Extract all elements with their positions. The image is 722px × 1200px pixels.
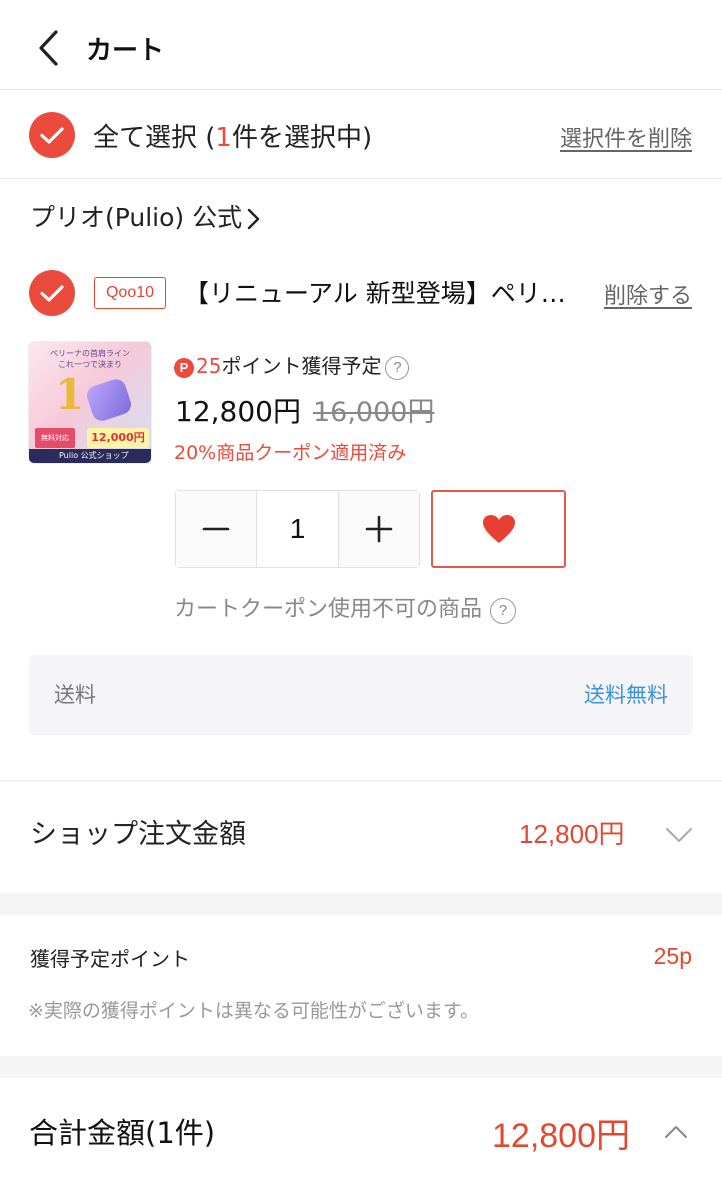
qoo10-badge: Qoo10 (94, 277, 166, 309)
cart-coupon-note-text: カートクーポン使用不可の商品 (174, 597, 483, 622)
checkmark-icon (40, 127, 64, 144)
select-all-prefix: 全て選択 ( (93, 123, 216, 153)
shop-total-label: ショップ注文金額 (30, 819, 246, 850)
cart-item-header: Qoo10 【リニューアル 新型登場】ペリーナ V-ライン 公式 リフトアップ … (0, 250, 722, 336)
shipping-value: 送料無料 (584, 683, 668, 707)
chevron-up-icon[interactable] (664, 1124, 688, 1140)
heart-icon (482, 515, 515, 543)
thumbnail-caption-2: これ一つで決まり (58, 360, 122, 369)
select-all-row: 全て選択 (1件を選択中) 選択件を削除 (0, 91, 722, 179)
page-title: カート (86, 36, 165, 66)
help-icon[interactable]: ? (490, 598, 517, 624)
shop-total-value: 12,800円 (519, 819, 625, 849)
chevron-left-icon (39, 30, 58, 66)
decrease-button[interactable] (176, 491, 256, 567)
item-points-line: P 25ポイント獲得予定? (174, 350, 410, 380)
select-all-suffix: 件を選択中) (231, 123, 373, 153)
shop-name: プリオ(Pulio) 公式 (30, 203, 243, 232)
shipping-box: 送料 送料無料 (29, 655, 693, 735)
delete-selected-link[interactable]: 選択件を削除 (560, 121, 692, 153)
cart-coupon-note: カートクーポン使用不可の商品? (174, 591, 517, 624)
divider (0, 780, 722, 781)
select-all-checkbox[interactable] (29, 112, 75, 158)
coupon-applied-text: 20%商品クーポン適用済み (174, 442, 407, 464)
points-section-title: 獲得予定ポイント (30, 947, 190, 971)
grand-total-value: 12,800円 (492, 1117, 630, 1155)
thumbnail-price-chip: 12,000円~ (87, 428, 149, 463)
minus-icon (202, 527, 230, 531)
quantity-stepper: 1 (175, 490, 420, 568)
product-shape (84, 376, 134, 424)
increase-button[interactable] (339, 491, 419, 567)
thumbnail-shop-bar: Pulio 公式ショップ (29, 449, 151, 463)
item-price-line: 12,800円 16,000円 (175, 390, 434, 430)
thumbnail-rank-number: 1 (55, 370, 85, 419)
item-points-amount: 25 (196, 354, 222, 378)
quantity-value[interactable]: 1 (256, 491, 339, 567)
shipping-label: 送料 (54, 683, 96, 707)
section-separator (0, 893, 722, 915)
shop-name-link[interactable]: プリオ(Pulio) 公式 (30, 198, 262, 234)
selected-count: 1 (215, 123, 232, 153)
points-icon: P (174, 358, 194, 378)
item-price: 12,800円 (175, 395, 301, 428)
back-button[interactable] (32, 26, 68, 70)
checkmark-icon (40, 285, 64, 302)
grand-total-label: 合計金額(1件) (29, 1116, 216, 1150)
plus-icon (365, 515, 393, 543)
chevron-down-icon[interactable] (665, 826, 693, 844)
thumbnail-free-badge: 無料対応 (35, 428, 75, 448)
delete-item-link[interactable]: 削除する (604, 278, 692, 310)
section-separator (0, 1056, 722, 1078)
header-bar: カート (0, 0, 722, 90)
item-title[interactable]: 【リニューアル 新型登場】ペリーナ V-ライン 公式 リフトアップ EMS (184, 274, 574, 310)
product-thumbnail[interactable]: ペリーナの首肩ライン これ一つで決まり 1 無料対応 12,000円~ Puli… (28, 341, 152, 464)
item-original-price: 16,000円 (312, 397, 435, 428)
item-checkbox[interactable] (29, 270, 75, 316)
wishlist-button[interactable] (431, 490, 566, 568)
select-all-label[interactable]: 全て選択 (1件を選択中) (93, 117, 372, 154)
item-points-label: ポイント獲得予定 (221, 354, 382, 378)
thumbnail-caption-1: ペリーナの首肩ライン (50, 349, 130, 358)
help-icon[interactable]: ? (385, 356, 410, 380)
points-section-value: 25p (653, 943, 692, 969)
chevron-right-icon (247, 208, 260, 230)
points-section-note: ※実際の獲得ポイントは異なる可能性がございます。 (28, 1000, 480, 1022)
